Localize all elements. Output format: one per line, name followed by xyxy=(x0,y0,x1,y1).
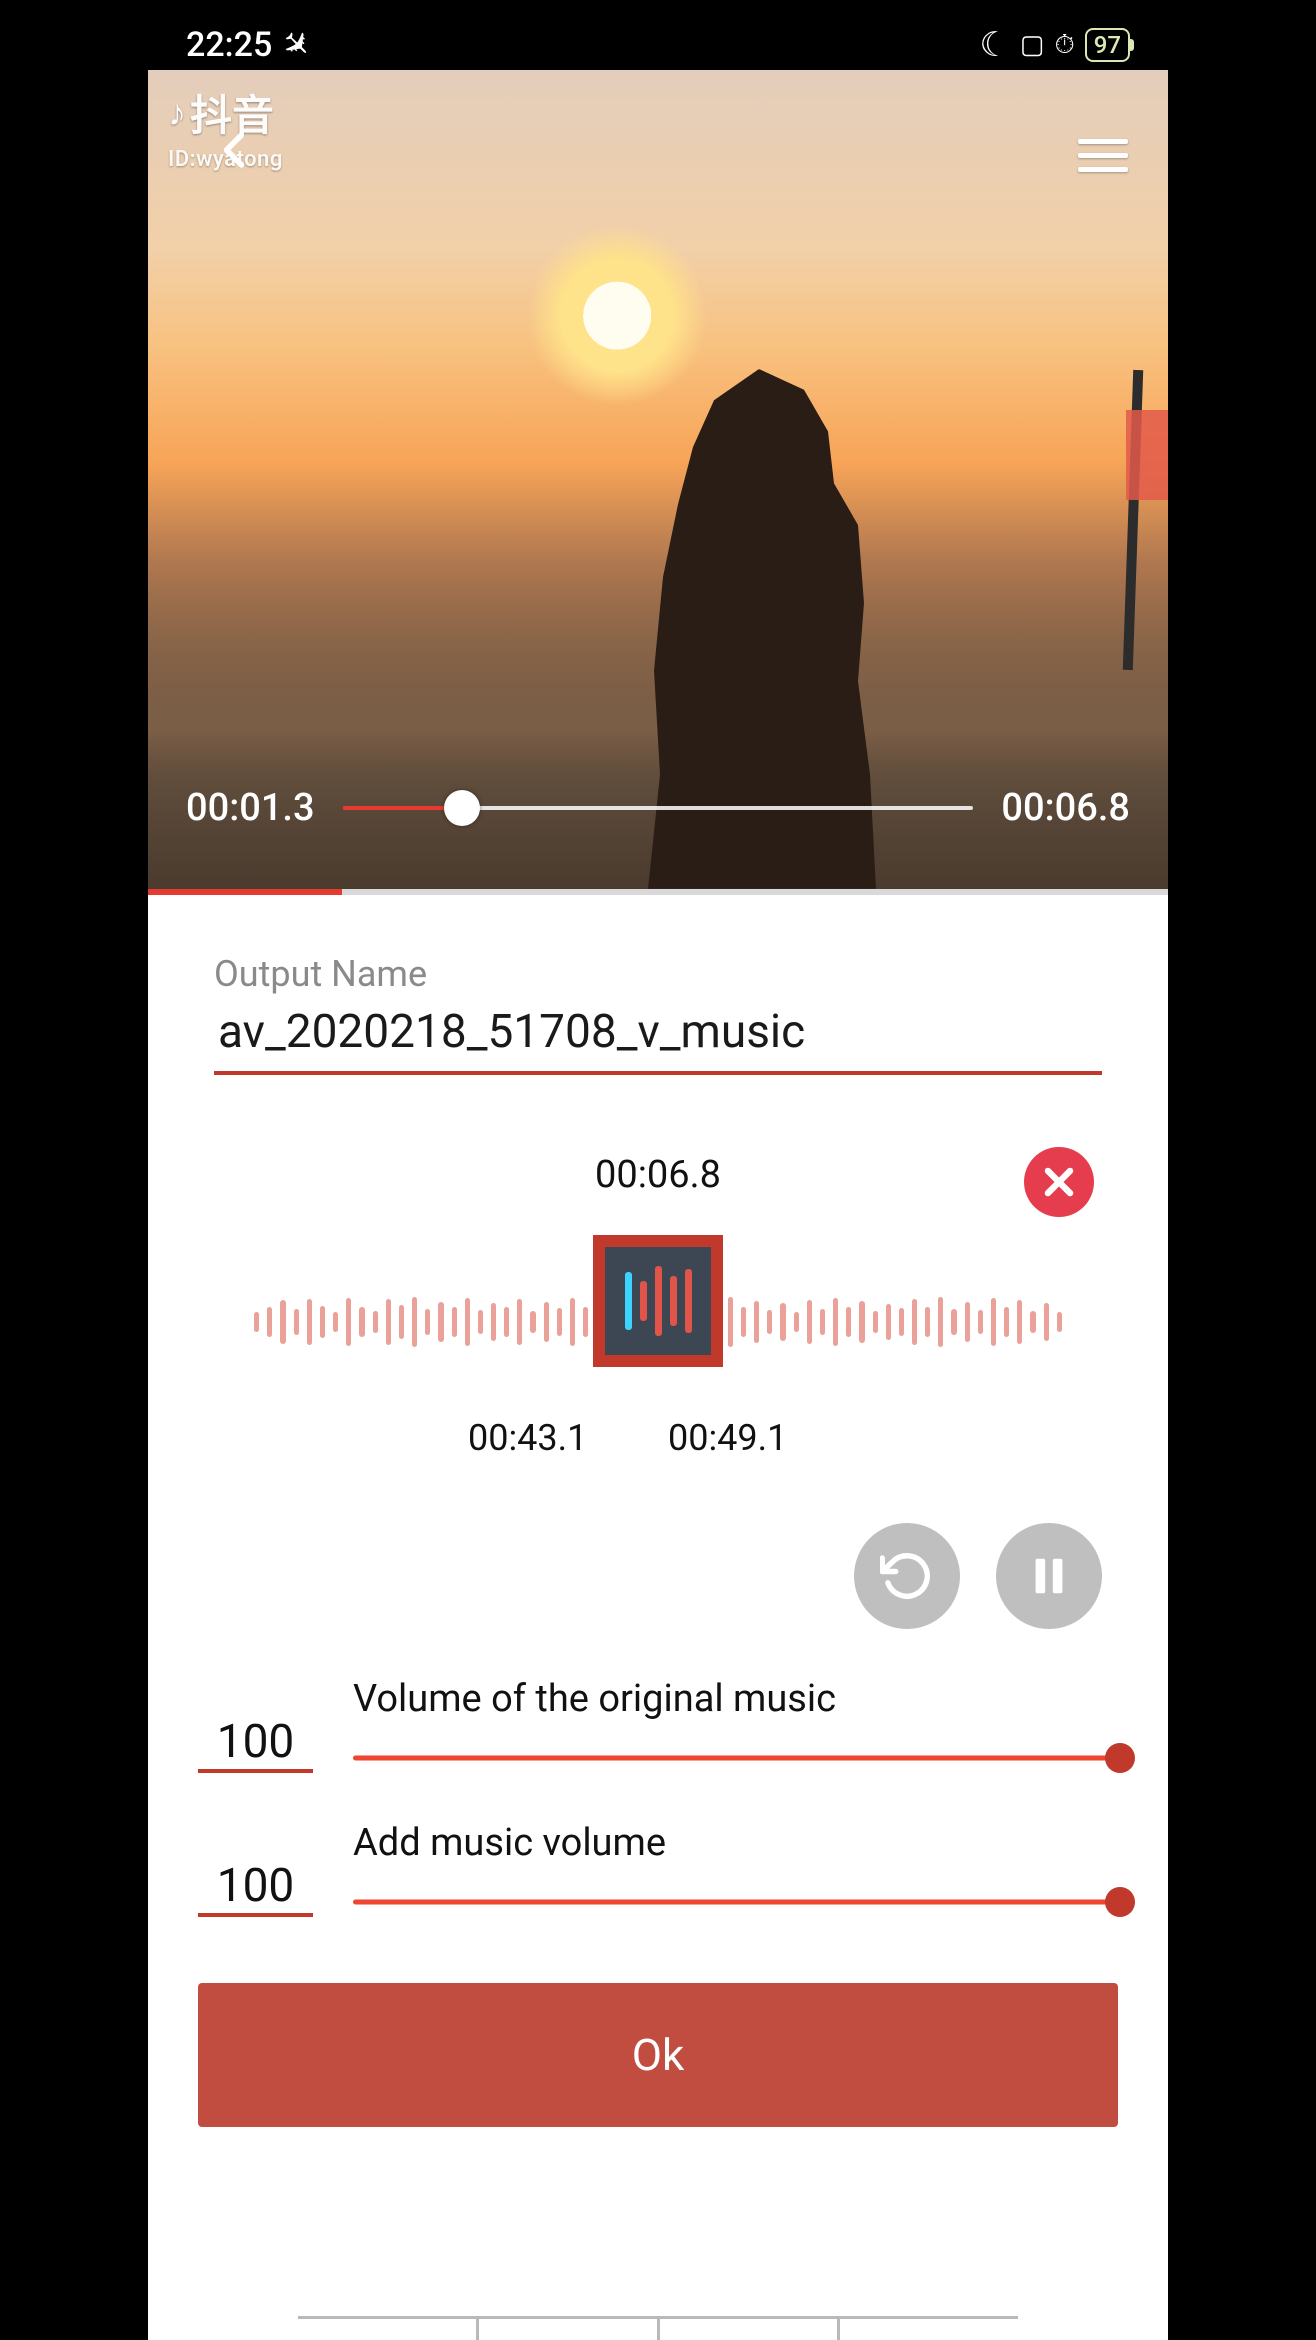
original-volume-slider[interactable] xyxy=(353,1743,1120,1773)
clip-duration: 00:06.8 xyxy=(595,1153,721,1197)
battery-indicator: 97 xyxy=(1085,28,1130,62)
output-name-label: Output Name xyxy=(214,953,1102,995)
dnd-moon-icon: ☾ xyxy=(979,25,1009,65)
remove-music-button[interactable] xyxy=(1024,1147,1094,1217)
status-bar: 22:25 ✈ ☾ ▢ ⏱ 97 xyxy=(148,20,1168,70)
pause-icon xyxy=(1026,1553,1072,1599)
bottom-nav-placeholder xyxy=(298,2316,1018,2340)
original-volume-label: Volume of the original music xyxy=(353,1677,1120,1721)
airplane-mode-icon: ✈ xyxy=(272,21,320,69)
video-current-time: 00:01.3 xyxy=(186,786,315,830)
added-volume-thumb[interactable] xyxy=(1105,1887,1135,1917)
video-total-time: 00:06.8 xyxy=(1001,786,1130,830)
added-volume-input[interactable] xyxy=(198,1859,313,1917)
added-volume-label: Add music volume xyxy=(353,1821,1120,1865)
video-seek-bar[interactable] xyxy=(343,806,974,810)
back-button[interactable] xyxy=(204,120,264,184)
seek-thumb[interactable] xyxy=(444,790,480,826)
original-volume-thumb[interactable] xyxy=(1105,1743,1135,1773)
status-time: 22:25 xyxy=(186,25,272,65)
video-preview: 22:25 ✈ ☾ ▢ ⏱ 97 ♪ 抖音 ID:wyatong 00:01. xyxy=(148,0,1168,895)
reset-button[interactable] xyxy=(854,1523,960,1629)
output-name-input[interactable] xyxy=(214,995,1102,1075)
video-buffer-bar xyxy=(148,889,1168,895)
vibrate-icon: ▢ xyxy=(1020,30,1045,60)
clip-range-handle[interactable] xyxy=(593,1235,723,1367)
added-volume-slider[interactable] xyxy=(353,1887,1120,1917)
ok-button[interactable]: Ok xyxy=(198,1983,1118,2127)
alarm-icon: ⏱ xyxy=(1054,30,1074,61)
undo-icon xyxy=(880,1549,934,1603)
menu-button[interactable] xyxy=(1078,130,1128,181)
original-volume-input[interactable] xyxy=(198,1715,313,1773)
clip-end-time: 00:49.1 xyxy=(668,1417,787,1459)
clip-start-time: 00:43.1 xyxy=(468,1417,587,1459)
music-note-icon: ♪ xyxy=(168,92,186,134)
side-handle[interactable] xyxy=(1126,410,1168,500)
pause-button[interactable] xyxy=(996,1523,1102,1629)
